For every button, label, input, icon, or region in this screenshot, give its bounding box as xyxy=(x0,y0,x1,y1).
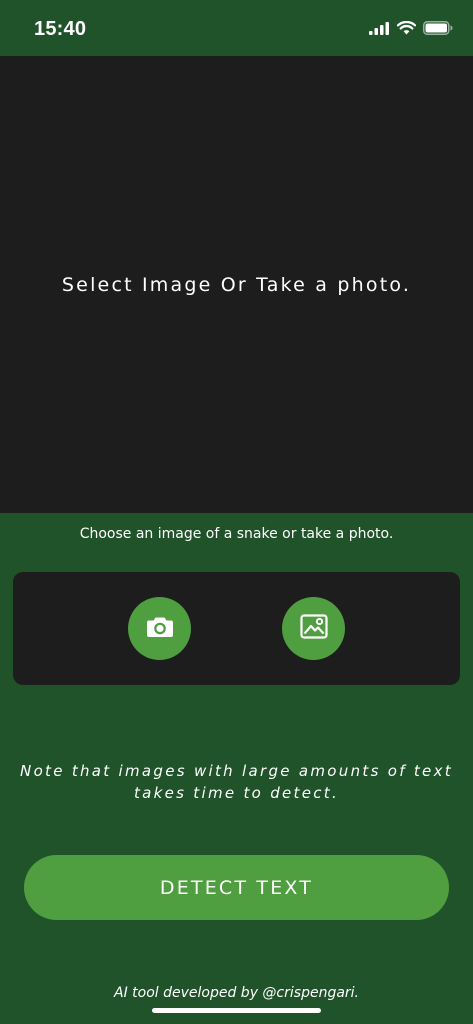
note-line-2: takes time to detect. xyxy=(133,784,340,802)
status-bar: 15:40 xyxy=(0,0,473,56)
wifi-icon xyxy=(396,20,417,39)
developer-credit: AI tool developed by @crispengari. xyxy=(114,985,359,1001)
battery-icon xyxy=(423,20,453,39)
camera-icon xyxy=(146,616,174,642)
detect-text-button[interactable]: DETECT TEXT xyxy=(24,855,449,920)
processing-note: Note that images with large amounts of t… xyxy=(0,760,473,804)
preview-placeholder: Select Image Or Take a photo. xyxy=(61,273,412,296)
note-line-1: Note that images with large amounts of t… xyxy=(20,762,453,780)
gallery-icon xyxy=(299,614,328,643)
image-picker-panel xyxy=(13,572,460,685)
status-time: 15:40 xyxy=(34,18,87,40)
status-icons xyxy=(369,19,453,39)
home-indicator[interactable] xyxy=(152,1008,321,1013)
choose-image-button[interactable] xyxy=(282,597,345,660)
image-preview: Select Image Or Take a photo. xyxy=(0,56,473,513)
take-photo-button[interactable] xyxy=(128,597,191,660)
picker-hint: Choose an image of a snake or take a pho… xyxy=(79,526,394,542)
signal-icon xyxy=(369,20,390,39)
